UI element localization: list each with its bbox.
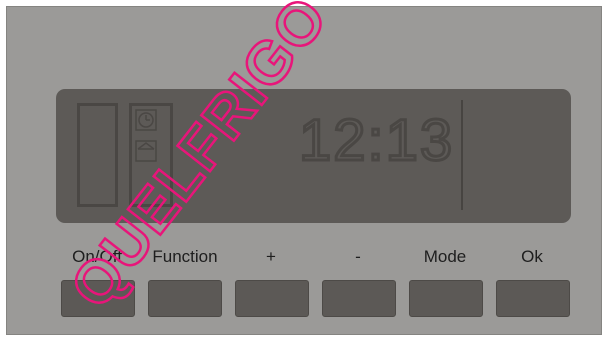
lcd-divider [461, 100, 463, 210]
label-minus: - [355, 247, 361, 266]
function-button[interactable] [148, 280, 222, 317]
label-ok: Ok [521, 247, 543, 266]
ok-button[interactable] [496, 280, 570, 317]
food-tray-icon [135, 140, 157, 162]
label-on-off: On/Off [72, 247, 122, 266]
lcd-time: 12:13 [298, 107, 454, 175]
label-plus: + [266, 247, 276, 266]
mode-button[interactable] [409, 280, 483, 317]
lcd-time-text: 12:13 [299, 108, 454, 173]
clock-icon [135, 109, 157, 131]
minus-button[interactable] [322, 280, 396, 317]
lcd-segment-left [77, 103, 118, 207]
label-mode: Mode [423, 247, 467, 266]
button-labels: On/Off Function + - Mode Ok [7, 245, 603, 269]
control-panel: 12:13 On/Off Function + - Mode Ok [6, 6, 602, 335]
lcd-display: 12:13 [56, 89, 571, 223]
label-function: Function [152, 247, 218, 266]
on-off-button[interactable] [61, 280, 135, 317]
plus-button[interactable] [235, 280, 309, 317]
